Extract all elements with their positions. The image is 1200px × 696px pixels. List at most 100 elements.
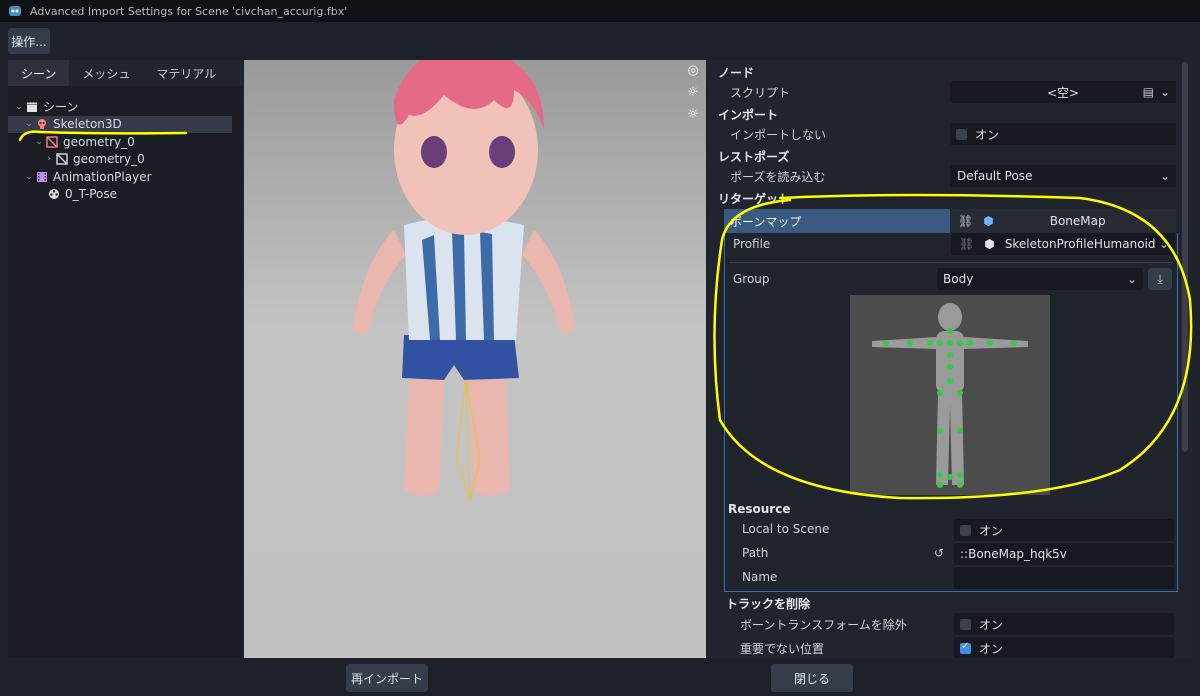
link-icon[interactable]: ⛓ [958, 214, 973, 228]
import-group-button[interactable]: ⤓ [1148, 268, 1172, 290]
tree-item-label: geometry_0 [63, 134, 135, 149]
checkbox-checked-icon[interactable] [960, 641, 971, 654]
script-field[interactable]: <空> ▤ ⌄ [950, 81, 1176, 103]
profile-label: Profile [733, 237, 771, 251]
unimportant-positions-checkbox[interactable]: オン [954, 637, 1174, 658]
local-to-scene-label: Local to Scene [742, 522, 830, 536]
chevron-down-icon[interactable]: ⌄ [1160, 169, 1170, 183]
expand-arrow-icon[interactable]: › [44, 154, 54, 164]
viewport-gizmos: ◎ ☼ ☼ [686, 64, 702, 130]
load-pose-dropdown[interactable]: Default Pose ⌄ [950, 165, 1176, 187]
section-remove-tracks-title: トラックを削除 [726, 597, 811, 611]
bone-map-value: BoneMap [1049, 214, 1106, 228]
film-strip-icon [37, 171, 47, 182]
section-resource-title: Resource [728, 502, 791, 516]
operations-button[interactable]: 操作... [8, 28, 50, 54]
chevron-down-icon[interactable]: ⌄ [1160, 85, 1170, 99]
checkbox-icon[interactable] [960, 524, 971, 536]
window-title: Advanced Import Settings for Scene 'civc… [30, 4, 348, 18]
orbit-icon[interactable]: ◎ [686, 64, 700, 78]
app-icon [9, 6, 21, 16]
script-value: <空> [1046, 85, 1080, 100]
except-bone-transforms-checkbox[interactable]: オン [954, 613, 1174, 635]
tree-item-animation-player[interactable]: ⌄ AnimationPlayer [8, 168, 242, 186]
group-dropdown[interactable]: Body ⌄ [937, 268, 1143, 290]
section-rest-pose-title: レストポーズ [718, 150, 790, 164]
folder-icon[interactable]: ▤ [1143, 85, 1154, 99]
group-label: Group [733, 272, 770, 286]
link-icon[interactable]: ⛓ [959, 237, 974, 251]
local-to-scene-checkbox[interactable]: オン [954, 519, 1174, 541]
checkbox-icon[interactable] [956, 128, 967, 140]
tab-materials[interactable]: マテリアル [143, 60, 229, 86]
resource-cube-icon: ⬢ [984, 237, 995, 251]
tree-item-scene[interactable]: ⌄ シーン [8, 98, 242, 116]
section-import-title: インポート [718, 108, 779, 122]
tree-item-label: AnimationPlayer [53, 169, 152, 184]
script-label: スクリプト [730, 86, 791, 100]
unimportant-positions-label: 重要でない位置 [740, 642, 825, 656]
close-button[interactable]: 閉じる [771, 664, 853, 692]
inspector-scrollbar[interactable] [1182, 62, 1188, 452]
profile-field[interactable]: ⛓ ⬢ SkeletonProfileHumanoid ⌄ [951, 233, 1175, 255]
load-pose-label: ポーズを読み込む [730, 170, 826, 184]
resource-cube-icon: ⬢ [983, 214, 994, 228]
path-input[interactable]: ::BoneMap_hqk5v [954, 543, 1174, 565]
mesh-icon [56, 153, 68, 165]
skeleton-icon [38, 119, 46, 130]
title-bar: Advanced Import Settings for Scene 'civc… [0, 0, 1200, 22]
reimport-button[interactable]: 再インポート [346, 664, 428, 692]
dialog-footer: 再インポート 閉じる [0, 658, 1200, 696]
bone-map-field[interactable]: ⛓ ⬢ BoneMap [950, 209, 1176, 233]
checkbox-label: オン [979, 523, 1004, 538]
bone-dots [883, 328, 1017, 488]
skip-import-checkbox[interactable]: オン [950, 123, 1176, 145]
download-icon: ⤓ [1157, 271, 1163, 286]
tree-item-label: Skeleton3D [53, 117, 122, 132]
name-label: Name [742, 570, 778, 584]
tree-item-label: シーン [43, 100, 79, 115]
light-toggle-icon[interactable]: ☼ [686, 86, 700, 100]
divider [729, 262, 1173, 263]
load-pose-value: Default Pose [957, 169, 1033, 183]
skip-import-label: インポートしない [730, 128, 827, 142]
collapse-arrow-icon[interactable]: ⌄ [14, 102, 24, 112]
chevron-down-icon[interactable]: ⌄ [1127, 272, 1137, 286]
section-retarget-title: リターゲット [718, 192, 791, 206]
tree-item-t-pose[interactable]: 0_T-Pose [8, 186, 242, 204]
profile-value: SkeletonProfileHumanoid [1004, 237, 1156, 251]
section-node-title: ノード [718, 66, 755, 80]
light-toggle-icon-2[interactable]: ☼ [686, 108, 700, 122]
checkbox-label: オン [975, 127, 1000, 142]
tab-meshes[interactable]: メッシュ [69, 60, 143, 86]
collapse-arrow-icon[interactable]: ⌄ [34, 137, 44, 147]
inspector-panel: ノード スクリプト <空> ▤ ⌄ インポート インポートしない オン レストポ… [708, 60, 1192, 658]
3d-viewport[interactable]: ◎ ☼ ☼ [244, 60, 706, 658]
character-model [352, 60, 576, 503]
chevron-down-icon[interactable]: ⌄ [1159, 237, 1169, 251]
animation-icon [49, 189, 59, 200]
revert-icon[interactable]: ↺ [934, 546, 944, 560]
tree-item-label: geometry_0 [73, 152, 145, 167]
checkbox-icon[interactable] [960, 618, 971, 630]
clapperboard-icon [27, 102, 37, 112]
scene-tabs: シーン メッシュ マテリアル [8, 60, 242, 86]
tree-item-label: 0_T-Pose [65, 187, 117, 202]
checkbox-label: オン [979, 641, 1004, 656]
tree-item-skeleton3d[interactable]: ⌄ Skeleton3D [8, 115, 232, 133]
tree-item-geometry-parent[interactable]: ⌄ geometry_0 [8, 133, 242, 151]
humanoid-silhouette [872, 303, 1028, 488]
path-value: ::BoneMap_hqk5v [960, 547, 1067, 561]
tab-scene[interactable]: シーン [8, 60, 70, 86]
bone-map-editor[interactable] [850, 295, 1050, 495]
collapse-arrow-icon[interactable]: ⌄ [24, 172, 34, 182]
except-bone-transforms-label: ボーントランスフォームを除外 [740, 618, 907, 632]
scene-panel: シーン メッシュ マテリアル ⌄ シーン ⌄ Skeleton3D ⌄ geom… [8, 60, 242, 658]
collapse-arrow-icon[interactable]: ⌄ [24, 119, 34, 129]
bone-map-header[interactable]: ボーンマップ [724, 209, 950, 233]
bone-map-label: ボーンマップ [730, 214, 802, 229]
toolbar: 操作... [0, 22, 1200, 60]
name-input[interactable] [954, 567, 1174, 589]
scene-tree: ⌄ シーン ⌄ Skeleton3D ⌄ geometry_0 › geomet… [8, 98, 242, 203]
tree-item-geometry-child[interactable]: › geometry_0 [8, 151, 242, 169]
